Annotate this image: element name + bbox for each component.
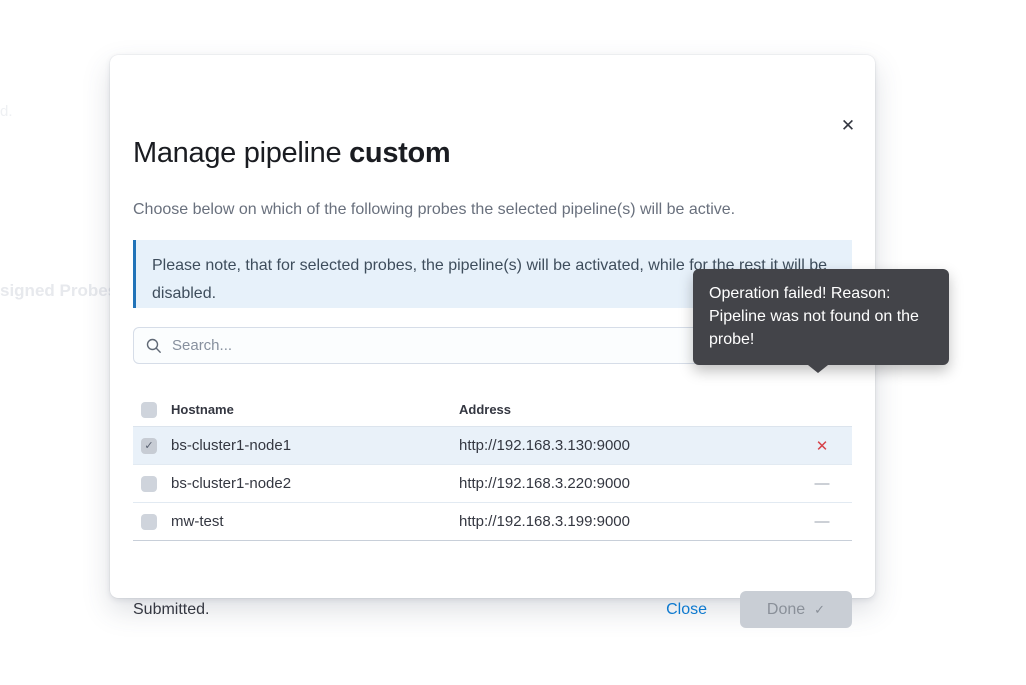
check-icon: ✓ [144, 440, 154, 452]
hostname-cell: bs-cluster1-node2 [171, 475, 292, 492]
error-tooltip: Operation failed! Reason: Pipeline was n… [693, 269, 949, 373]
done-button-label: Done [766, 600, 806, 618]
close-button[interactable]: Close [666, 601, 707, 619]
select-all-checkbox[interactable] [141, 401, 157, 418]
status-text: Submitted. [133, 600, 210, 618]
done-button[interactable]: Done ✓ [740, 591, 852, 628]
background-probes-text: signed Probes [0, 281, 118, 300]
row-checkbox[interactable] [141, 475, 157, 492]
error-tooltip-text: Operation failed! Reason: Pipeline was n… [709, 285, 919, 348]
error-x-icon[interactable]: ✕ [816, 438, 829, 455]
modal-description: Choose below on which of the following p… [133, 201, 736, 218]
hostname-column-header: Hostname [171, 402, 234, 417]
search-icon [146, 338, 161, 353]
background-text-fragment: d. [0, 103, 13, 120]
tooltip-arrow [808, 365, 828, 373]
hostname-cell: mw-test [171, 513, 224, 530]
probes-table: Hostname Address ✓ bs-cluster1-node1 htt… [133, 393, 852, 541]
row-checkbox-checked[interactable]: ✓ [141, 437, 157, 454]
address-cell: http://192.168.3.199:9000 [459, 513, 630, 530]
close-icon[interactable]: ✕ [835, 113, 861, 139]
pipeline-name: custom [349, 137, 451, 169]
table-row[interactable]: mw-test http://192.168.3.199:9000 — [133, 503, 852, 541]
table-row[interactable]: ✓ bs-cluster1-node1 http://192.168.3.130… [133, 427, 852, 465]
done-check-icon: ✓ [814, 601, 826, 617]
address-column-header: Address [459, 402, 512, 417]
table-header-row: Hostname Address [133, 393, 852, 427]
modal-title: Manage pipeline custom [133, 137, 451, 169]
modal-footer: Submitted. Close Done ✓ [133, 591, 852, 628]
row-checkbox[interactable] [141, 513, 157, 530]
address-cell: http://192.168.3.220:9000 [459, 475, 630, 492]
address-cell: http://192.168.3.130:9000 [459, 437, 630, 454]
hostname-cell: bs-cluster1-node1 [171, 437, 292, 454]
page-background: d. signed Probes ? ✕ Manage pipeline cus… [0, 0, 1026, 685]
no-status-dash: — [814, 475, 830, 492]
no-status-dash: — [814, 513, 830, 530]
table-row[interactable]: bs-cluster1-node2 http://192.168.3.220:9… [133, 465, 852, 503]
